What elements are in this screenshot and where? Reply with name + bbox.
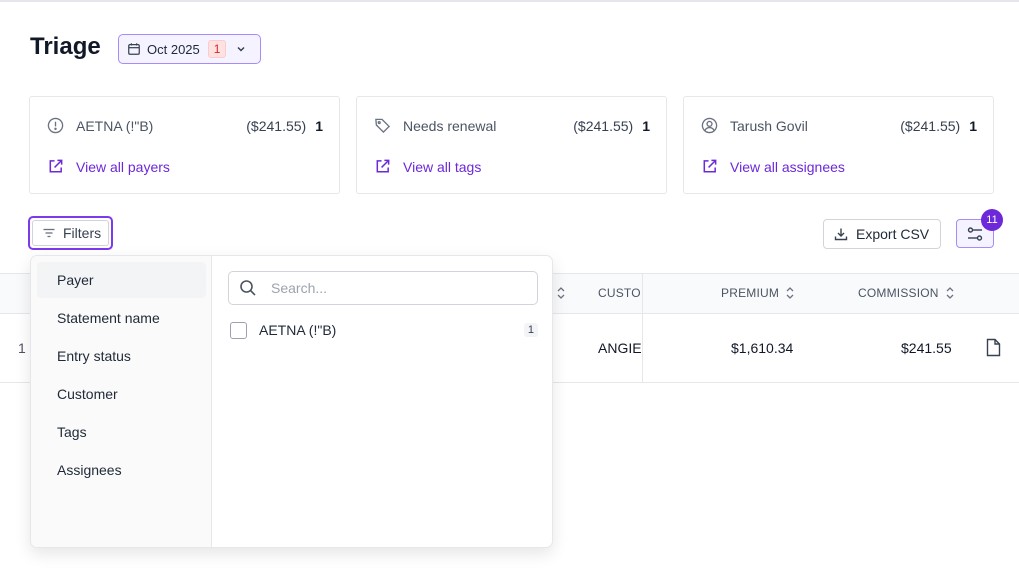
option-count: 1 <box>523 323 538 337</box>
filter-search-box[interactable] <box>228 271 538 305</box>
sort-icon[interactable] <box>556 286 566 300</box>
view-all-tags-link[interactable]: View all tags <box>374 158 481 175</box>
filter-category-customer[interactable]: Customer <box>37 376 206 412</box>
search-icon <box>240 280 256 296</box>
card-link-label: View all tags <box>403 158 482 175</box>
assignee-summary-card: Tarush Govil ($241.55) 1 View all assign… <box>683 96 994 194</box>
filter-category-tags[interactable]: Tags <box>37 414 206 450</box>
column-header-customer[interactable]: CUSTO <box>598 286 641 300</box>
export-csv-label: Export CSV <box>856 226 930 242</box>
external-link-icon <box>49 159 63 173</box>
card-label: Needs renewal <box>403 117 497 134</box>
commission-cell: $241.55 <box>901 340 952 356</box>
tag-icon <box>375 118 391 134</box>
filter-category-list: Payer Statement name Entry status Custom… <box>31 256 212 547</box>
customer-cell: ANGIE <box>598 340 642 356</box>
sort-icon <box>786 287 794 299</box>
column-header-label: CUSTO <box>598 286 641 300</box>
filter-dropdown: Payer Statement name Entry status Custom… <box>30 255 553 548</box>
filter-category-assignees[interactable]: Assignees <box>37 452 206 488</box>
sort-icon <box>946 287 954 299</box>
view-all-assignees-link[interactable]: View all assignees <box>701 158 845 175</box>
filters-label: Filters <box>63 225 102 241</box>
filter-category-statement-name[interactable]: Statement name <box>37 300 206 336</box>
tag-summary-card: Needs renewal ($241.55) 1 View all tags <box>356 96 667 194</box>
export-csv-button[interactable]: Export CSV <box>823 219 941 249</box>
column-divider <box>642 273 643 383</box>
external-link-icon <box>376 159 390 173</box>
card-amount: ($241.55) <box>900 117 961 134</box>
column-header-label: COMMISSION <box>858 286 939 300</box>
row-index-cell: 1 <box>18 340 26 356</box>
date-filter-badge: 1 <box>207 40 227 58</box>
column-settings-badge: 11 <box>981 209 1003 231</box>
chevron-down-icon <box>237 46 245 52</box>
card-link-label: View all payers <box>76 158 170 175</box>
top-divider <box>0 0 1019 2</box>
filter-search-input[interactable] <box>271 280 501 296</box>
sliders-icon <box>967 226 983 241</box>
filter-category-payer[interactable]: Payer <box>37 262 206 298</box>
date-filter-button[interactable]: Oct 2025 1 <box>118 34 261 64</box>
download-icon <box>834 228 848 241</box>
view-all-payers-link[interactable]: View all payers <box>47 158 170 175</box>
document-icon[interactable] <box>985 338 1002 357</box>
filter-option[interactable]: AETNA (!"B) 1 <box>230 320 538 340</box>
card-link-label: View all assignees <box>730 158 845 175</box>
card-count: 1 <box>315 117 323 134</box>
card-label: AETNA (!"B) <box>76 117 154 134</box>
filters-button[interactable]: Filters <box>28 216 113 250</box>
date-filter-label: Oct 2025 <box>147 41 200 57</box>
filter-category-entry-status[interactable]: Entry status <box>37 338 206 374</box>
user-circle-icon <box>701 117 718 134</box>
card-label: Tarush Govil <box>730 117 808 134</box>
calendar-icon <box>128 43 140 55</box>
column-header-premium[interactable]: PREMIUM <box>721 286 795 300</box>
column-header-commission[interactable]: COMMISSION <box>858 286 955 300</box>
premium-cell: $1,610.34 <box>731 340 794 356</box>
option-label: AETNA (!"B) <box>259 322 337 338</box>
alert-circle-icon <box>47 117 64 134</box>
payer-summary-card: AETNA (!"B) ($241.55) 1 View all payers <box>29 96 340 194</box>
page-title: Triage <box>30 33 101 60</box>
external-link-icon <box>703 159 717 173</box>
card-count: 1 <box>969 117 977 134</box>
column-header-label: PREMIUM <box>721 286 780 300</box>
card-count: 1 <box>642 117 650 134</box>
card-amount: ($241.55) <box>573 117 634 134</box>
option-checkbox[interactable] <box>230 321 247 339</box>
filter-lines-icon <box>43 228 55 238</box>
card-amount: ($241.55) <box>246 117 307 134</box>
